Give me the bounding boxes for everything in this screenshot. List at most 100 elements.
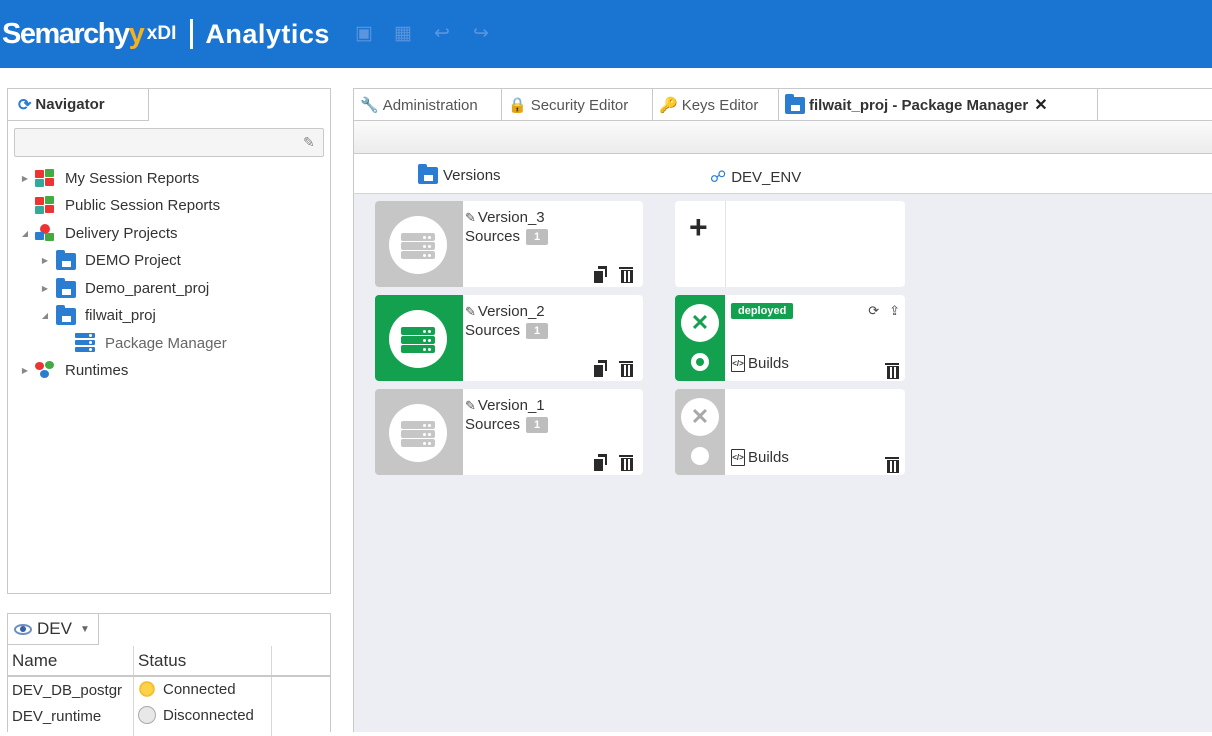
tab-administration[interactable]: 🔧 Administration xyxy=(353,89,501,121)
navigator-tab-strip xyxy=(149,89,330,121)
runtimes-icon xyxy=(34,360,56,380)
eye-icon xyxy=(14,623,32,635)
refresh-icon[interactable]: ⟳ xyxy=(868,303,879,319)
trash-icon[interactable] xyxy=(885,456,899,473)
navigator-search-input[interactable]: ✎ xyxy=(14,128,324,157)
tree-item-demo-project[interactable]: ▶ DEMO Project xyxy=(40,250,181,270)
edit-icon[interactable]: ✎ xyxy=(465,304,476,320)
session-report-icon xyxy=(34,195,56,215)
environment-select[interactable]: DEV ▼ xyxy=(8,614,99,645)
table-row[interactable]: DEV_DB_postgr Connected xyxy=(8,679,331,704)
expand-caret-icon[interactable]: ▶ xyxy=(20,366,30,375)
tab-keys-editor[interactable]: 🔑 Keys Editor xyxy=(652,89,778,121)
logo-brand: Semarchy xyxy=(2,17,130,50)
editor-tabs: 🔧 Administration 🔒 Security Editor 🔑 Key… xyxy=(353,88,1212,121)
environment-panel: DEV ▼ Name Status DEV_DB_postgr Connecte… xyxy=(7,613,331,736)
deployed-badge: deployed xyxy=(731,303,794,319)
copy-icon[interactable] xyxy=(594,454,608,471)
expand-caret-icon[interactable]: ▶ xyxy=(40,284,50,293)
tree-item-my-session-reports[interactable]: ▶ My Session Reports xyxy=(20,168,199,188)
tree-item-demo-parent-proj[interactable]: ▶ Demo_parent_proj xyxy=(40,278,209,298)
expand-caret-icon[interactable]: ▶ xyxy=(20,174,30,183)
package-manager-content: ✎ Version_3 Sources 1 ✎ Version_2 Sources 1 … xyxy=(353,194,1212,732)
connection-name: DEV_runtime xyxy=(12,708,102,725)
version-card[interactable]: ✎ Version_3 Sources 1 xyxy=(375,201,643,287)
lock-icon: 🔒 xyxy=(508,97,527,114)
trash-icon[interactable] xyxy=(885,362,899,379)
connection-status: Disconnected xyxy=(138,706,254,724)
version-sources: Sources 1 xyxy=(465,322,549,339)
connection-status: Connected xyxy=(138,680,236,698)
wrench-icon: 🔧 xyxy=(360,97,379,114)
chevron-down-icon[interactable]: ▼ xyxy=(80,624,90,635)
delivery-projects-icon xyxy=(34,223,56,243)
collapse-caret-icon[interactable]: ◢ xyxy=(20,229,30,238)
build-card-deployed[interactable]: ✕ deployed ⟳ ⇪ </> Builds xyxy=(675,295,905,381)
table-header: Name Status xyxy=(8,646,331,677)
connection-name: DEV_DB_postgr xyxy=(12,682,123,699)
tree-item-filwait-proj[interactable]: ◢ filwait_proj xyxy=(40,305,156,325)
tree-item-label: Public Session Reports xyxy=(65,196,221,214)
trash-icon[interactable] xyxy=(619,266,633,283)
tree-item-delivery-projects[interactable]: ◢ Delivery Projects xyxy=(20,223,178,243)
redo-icon[interactable]: ↪ xyxy=(471,24,491,44)
version-card[interactable]: ✎ Version_2 Sources 1 xyxy=(375,295,643,381)
version-name[interactable]: ✎ Version_2 xyxy=(465,303,545,320)
collapse-caret-icon[interactable]: ◢ xyxy=(40,311,50,320)
eraser-icon[interactable]: ✎ xyxy=(303,134,317,151)
version-name[interactable]: ✎ Version_3 xyxy=(465,209,545,226)
builds-link[interactable]: </> Builds xyxy=(731,449,789,466)
version-card[interactable]: ✎ Version_1 Sources 1 xyxy=(375,389,643,475)
folder-icon xyxy=(785,93,805,116)
server-icon xyxy=(389,404,447,462)
tree-item-package-manager[interactable]: Package Manager xyxy=(60,333,227,353)
trash-icon[interactable] xyxy=(619,360,633,377)
copy-icon[interactable] xyxy=(594,266,608,283)
version-sources: Sources 1 xyxy=(465,228,549,245)
edit-icon[interactable]: ✎ xyxy=(465,398,476,414)
navigator-tab[interactable]: ⟳ Navigator xyxy=(8,89,149,121)
trash-icon[interactable] xyxy=(619,454,633,471)
tab-security-editor[interactable]: 🔒 Security Editor xyxy=(501,89,652,121)
folder-icon xyxy=(54,278,76,298)
deploy-radio[interactable] xyxy=(691,353,709,371)
deploy-radio[interactable] xyxy=(691,447,709,465)
app-title: Analytics xyxy=(205,18,330,49)
versions-column-header: Versions xyxy=(418,164,501,184)
tree-item-label: filwait_proj xyxy=(85,306,156,324)
session-report-icon xyxy=(34,168,56,188)
header-toolbar: ▣ ▦ ↩ ↪ xyxy=(354,24,491,44)
undo-icon[interactable]: ↩ xyxy=(432,24,452,44)
key-icon: 🔑 xyxy=(659,97,678,114)
builds-link[interactable]: </> Builds xyxy=(731,355,789,372)
save-all-icon[interactable]: ▦ xyxy=(393,24,413,44)
sources-count-badge: 1 xyxy=(526,416,549,433)
app-header: Semarchy y xDI Analytics ▣ ▦ ↩ ↪ xyxy=(0,0,1212,68)
tree-item-runtimes[interactable]: ▶ Runtimes xyxy=(20,360,128,380)
copy-icon[interactable] xyxy=(594,360,608,377)
server-icon xyxy=(389,216,447,274)
build-card[interactable]: ✕ </> Builds xyxy=(675,389,905,475)
plus-icon[interactable]: + xyxy=(689,211,708,243)
tree-item-label: Runtimes xyxy=(65,361,129,379)
expand-caret-icon[interactable]: ▶ xyxy=(40,256,50,265)
tree-item-label: DEMO Project xyxy=(85,251,181,269)
folder-icon xyxy=(418,164,438,184)
sources-count-badge: 1 xyxy=(526,228,549,245)
upload-icon[interactable]: ⇪ xyxy=(889,303,900,319)
close-icon[interactable]: ✕ xyxy=(1034,95,1047,115)
table-row[interactable]: DEV_runtime Disconnected xyxy=(8,705,331,730)
edit-icon[interactable]: ✎ xyxy=(465,210,476,226)
package-manager-columns: Versions ☍ DEV_ENV xyxy=(353,154,1212,194)
column-header-status[interactable]: Status xyxy=(138,651,186,671)
version-name[interactable]: ✎ Version_1 xyxy=(465,397,545,414)
sources-count-badge: 1 xyxy=(526,322,549,339)
tree-item-public-session-reports[interactable]: Public Session Reports xyxy=(20,195,220,215)
version-sources: Sources 1 xyxy=(465,416,549,433)
app-logo: Semarchy y xDI Analytics xyxy=(2,14,330,54)
tab-package-manager[interactable]: filwait_proj - Package Manager ✕ xyxy=(778,89,1098,121)
column-header-name[interactable]: Name xyxy=(12,651,57,671)
add-build-card[interactable]: + xyxy=(675,201,905,287)
status-text: Disconnected xyxy=(163,706,254,724)
save-icon[interactable]: ▣ xyxy=(354,24,374,44)
